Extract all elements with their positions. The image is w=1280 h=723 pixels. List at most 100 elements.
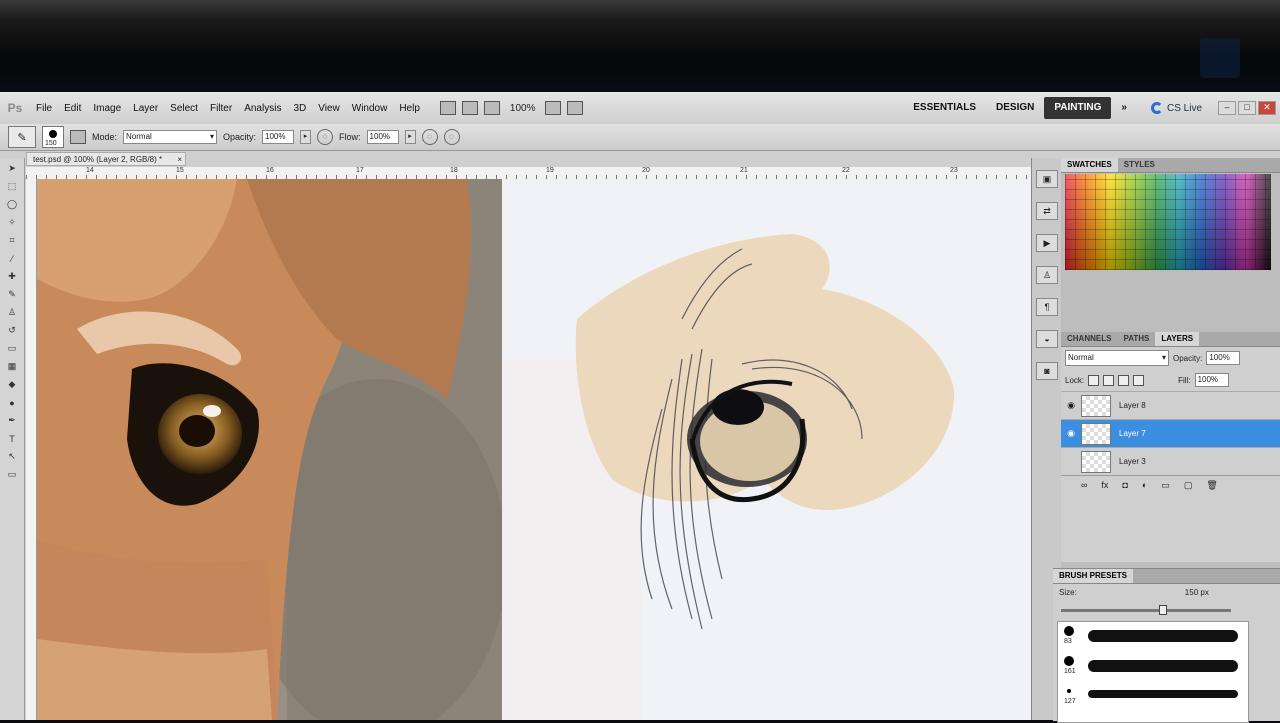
menu-3d[interactable]: 3D [287, 103, 312, 114]
new-layer-icon[interactable]: ▢ [1184, 480, 1193, 491]
marquee-tool-icon[interactable]: ⬚ [3, 179, 21, 194]
workspace-essentials[interactable]: ESSENTIALS [903, 97, 986, 119]
quick-selection-tool-icon[interactable]: ✧ [3, 215, 21, 230]
brush-size-slider-thumb[interactable] [1159, 605, 1167, 615]
menu-image[interactable]: Image [87, 103, 127, 114]
opacity-dropdown-arrow[interactable]: ▸ [300, 130, 312, 144]
menu-file[interactable]: File [30, 103, 58, 114]
history-brush-tool-icon[interactable]: ↺ [3, 323, 21, 338]
flow-field[interactable]: 100% [366, 130, 399, 144]
workspace-more-button[interactable]: » [1111, 97, 1137, 119]
move-tool-icon[interactable]: ➤ [3, 161, 21, 176]
brush-panel-icon[interactable]: ◒ [1036, 330, 1058, 348]
add-mask-icon[interactable]: ◘ [1122, 480, 1127, 490]
minimize-button[interactable]: – [1218, 101, 1236, 115]
close-button[interactable]: ✕ [1258, 101, 1276, 115]
tab-swatches[interactable]: SWATCHES [1061, 158, 1118, 172]
lock-position-icon[interactable] [1118, 374, 1130, 386]
airbrush-icon[interactable]: ◌ [421, 129, 438, 145]
flow-dropdown-arrow[interactable]: ▸ [404, 130, 416, 144]
brush-preset-picker[interactable]: 150 [42, 126, 64, 148]
screen-mode-icon[interactable] [567, 101, 584, 115]
ruler-number: 23 [950, 167, 958, 174]
brush-tool-preset-picker[interactable]: ✎ [8, 126, 36, 148]
shape-tool-icon[interactable]: ▭ [3, 467, 21, 482]
maximize-button[interactable]: □ [1238, 101, 1256, 115]
eraser-tool-icon[interactable]: ▭ [3, 341, 21, 356]
tablet-opacity-pressure-icon[interactable]: ◌ [317, 129, 334, 145]
fill-field[interactable]: 100% [1194, 373, 1229, 387]
swatch-grid[interactable] [1065, 174, 1271, 270]
clone-source-panel-icon[interactable]: ♙ [1036, 266, 1058, 284]
visibility-eye-icon[interactable]: ◉ [1061, 400, 1081, 411]
brush-size-slider-track[interactable] [1061, 609, 1231, 612]
mode-select[interactable]: Normal [123, 130, 218, 144]
gradient-tool-icon[interactable]: ▦ [3, 359, 21, 374]
menu-analysis[interactable]: Analysis [238, 103, 287, 114]
tool-presets-panel-icon[interactable]: ◙ [1036, 362, 1058, 380]
layer-name: Layer 8 [1119, 401, 1146, 410]
toggle-brush-panel-icon[interactable] [70, 130, 86, 144]
layer-row[interactable]: Layer 3 [1061, 447, 1280, 475]
visibility-eye-icon[interactable]: ◉ [1061, 428, 1081, 439]
actions-panel-icon[interactable]: ▶ [1036, 234, 1058, 252]
workspace-painting[interactable]: PAINTING [1044, 97, 1112, 119]
new-group-icon[interactable]: ▭ [1161, 480, 1170, 491]
lock-transparent-icon[interactable] [1088, 374, 1100, 386]
launch-bridge-icon[interactable] [439, 101, 456, 115]
close-document-icon[interactable]: × [177, 153, 182, 167]
healing-brush-tool-icon[interactable]: ✚ [3, 269, 21, 284]
brush-preset-item[interactable]: 83 [1058, 622, 1248, 652]
type-tool-icon[interactable]: T [3, 431, 21, 446]
lasso-tool-icon[interactable]: ◯ [3, 197, 21, 212]
lock-image-icon[interactable] [1103, 374, 1115, 386]
path-selection-tool-icon[interactable]: ↖ [3, 449, 21, 464]
clone-stamp-tool-icon[interactable]: ♙ [3, 305, 21, 320]
workspace-design[interactable]: DESIGN [986, 97, 1044, 119]
menu-help[interactable]: Help [393, 103, 426, 114]
menu-filter[interactable]: Filter [204, 103, 238, 114]
link-layers-icon[interactable]: ∞ [1081, 480, 1087, 490]
blur-tool-icon[interactable]: ◆ [3, 377, 21, 392]
layer-opacity-field[interactable]: 100% [1206, 351, 1241, 365]
tab-layers[interactable]: LAYERS [1155, 332, 1200, 346]
history-panel-icon[interactable]: ⇄ [1036, 202, 1058, 220]
brush-tool-icon[interactable]: ✎ [3, 287, 21, 302]
adjustment-layer-icon[interactable]: ◐ [1142, 480, 1147, 490]
mini-bridge-panel-icon[interactable]: ▣ [1036, 170, 1058, 188]
tab-channels[interactable]: CHANNELS [1061, 332, 1117, 346]
vertical-ruler[interactable] [26, 179, 37, 720]
tablet-size-pressure-icon[interactable]: ◌ [443, 129, 460, 145]
tab-paths[interactable]: PATHS [1117, 332, 1155, 346]
view-extras-icon[interactable] [483, 101, 500, 115]
pen-tool-icon[interactable]: ✒ [3, 413, 21, 428]
cs-live-button[interactable]: CS Live [1150, 102, 1202, 114]
opacity-field[interactable]: 100% [262, 130, 295, 144]
layer-row[interactable]: ◉ Layer 8 [1061, 391, 1280, 419]
tab-brush-presets[interactable]: BRUSH PRESETS [1053, 569, 1134, 583]
brush-size-value[interactable]: 150 px [1185, 588, 1209, 597]
arrange-documents-icon[interactable] [545, 101, 562, 115]
menu-layer[interactable]: Layer [127, 103, 164, 114]
menu-select[interactable]: Select [164, 103, 204, 114]
brush-preset-item[interactable]: 127 [1058, 682, 1248, 712]
tab-styles[interactable]: STYLES [1118, 158, 1161, 172]
menu-window[interactable]: Window [346, 103, 394, 114]
document-tab[interactable]: test.psd @ 100% (Layer 2, RGB/8) * × [26, 152, 186, 166]
zoom-level[interactable]: 100% [510, 103, 536, 114]
delete-layer-icon[interactable]: 🗑 [1206, 480, 1217, 491]
blend-mode-select[interactable]: Normal [1065, 350, 1169, 366]
monitor-bezel [0, 0, 1280, 92]
brush-preset-item[interactable]: 161 [1058, 652, 1248, 682]
lock-all-icon[interactable] [1133, 374, 1145, 386]
launch-mini-bridge-icon[interactable] [461, 101, 478, 115]
eyedropper-tool-icon[interactable]: ⁄ [3, 251, 21, 266]
menu-edit[interactable]: Edit [58, 103, 87, 114]
dodge-tool-icon[interactable]: ● [3, 395, 21, 410]
menu-view[interactable]: View [312, 103, 346, 114]
document-canvas[interactable] [37, 179, 1031, 720]
layer-row-selected[interactable]: ◉ Layer 7 [1061, 419, 1280, 447]
paragraph-panel-icon[interactable]: ¶ [1036, 298, 1058, 316]
crop-tool-icon[interactable]: ⌗ [3, 233, 21, 248]
layer-style-icon[interactable]: fx [1101, 480, 1108, 490]
